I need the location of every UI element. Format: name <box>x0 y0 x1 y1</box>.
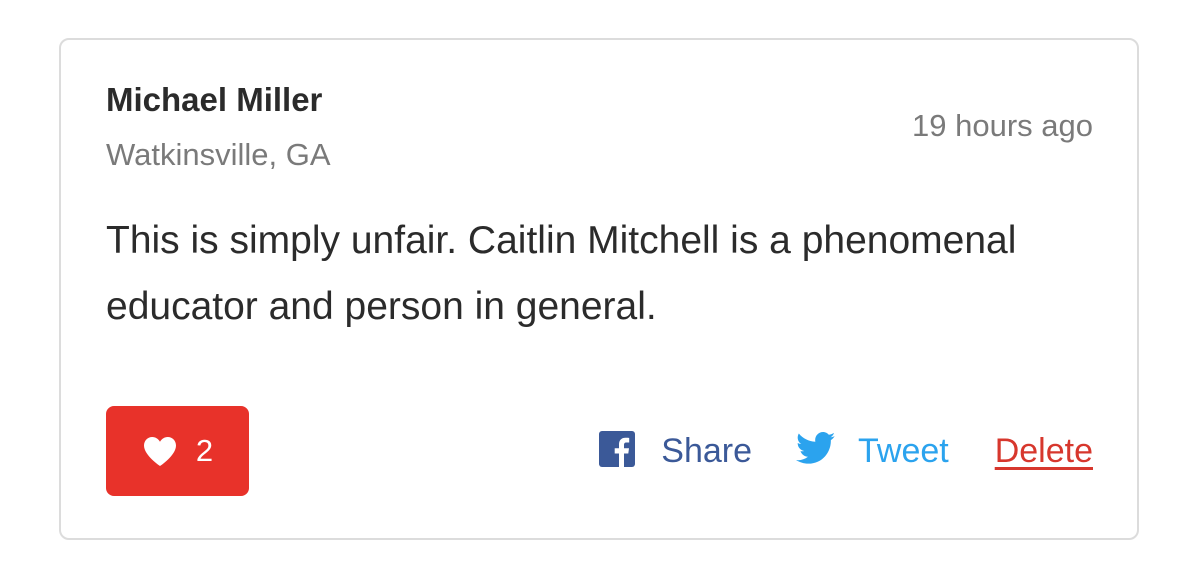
author-name[interactable]: Michael Miller <box>106 80 322 120</box>
delete-link[interactable]: Delete <box>995 429 1093 473</box>
facebook-icon <box>599 430 636 472</box>
share-label: Share <box>661 432 752 470</box>
twitter-bird-icon <box>796 432 836 470</box>
tweet-label: Tweet <box>858 432 949 470</box>
author-location: Watkinsville, GA <box>106 137 331 172</box>
heart-icon <box>142 435 178 467</box>
comment-actions: Share Tweet Delete <box>599 429 1093 473</box>
comment-card: Michael Miller Watkinsville, GA 19 hours… <box>59 38 1139 540</box>
tweet-button[interactable]: Tweet <box>796 429 949 473</box>
comment-timestamp: 19 hours ago <box>912 108 1093 143</box>
like-count: 2 <box>195 433 214 468</box>
like-button[interactable]: 2 <box>106 406 249 496</box>
share-button[interactable]: Share <box>599 429 752 473</box>
comment-body: This is simply unfair. Caitlin Mitchell … <box>106 219 1017 328</box>
delete-label: Delete <box>994 432 1093 470</box>
